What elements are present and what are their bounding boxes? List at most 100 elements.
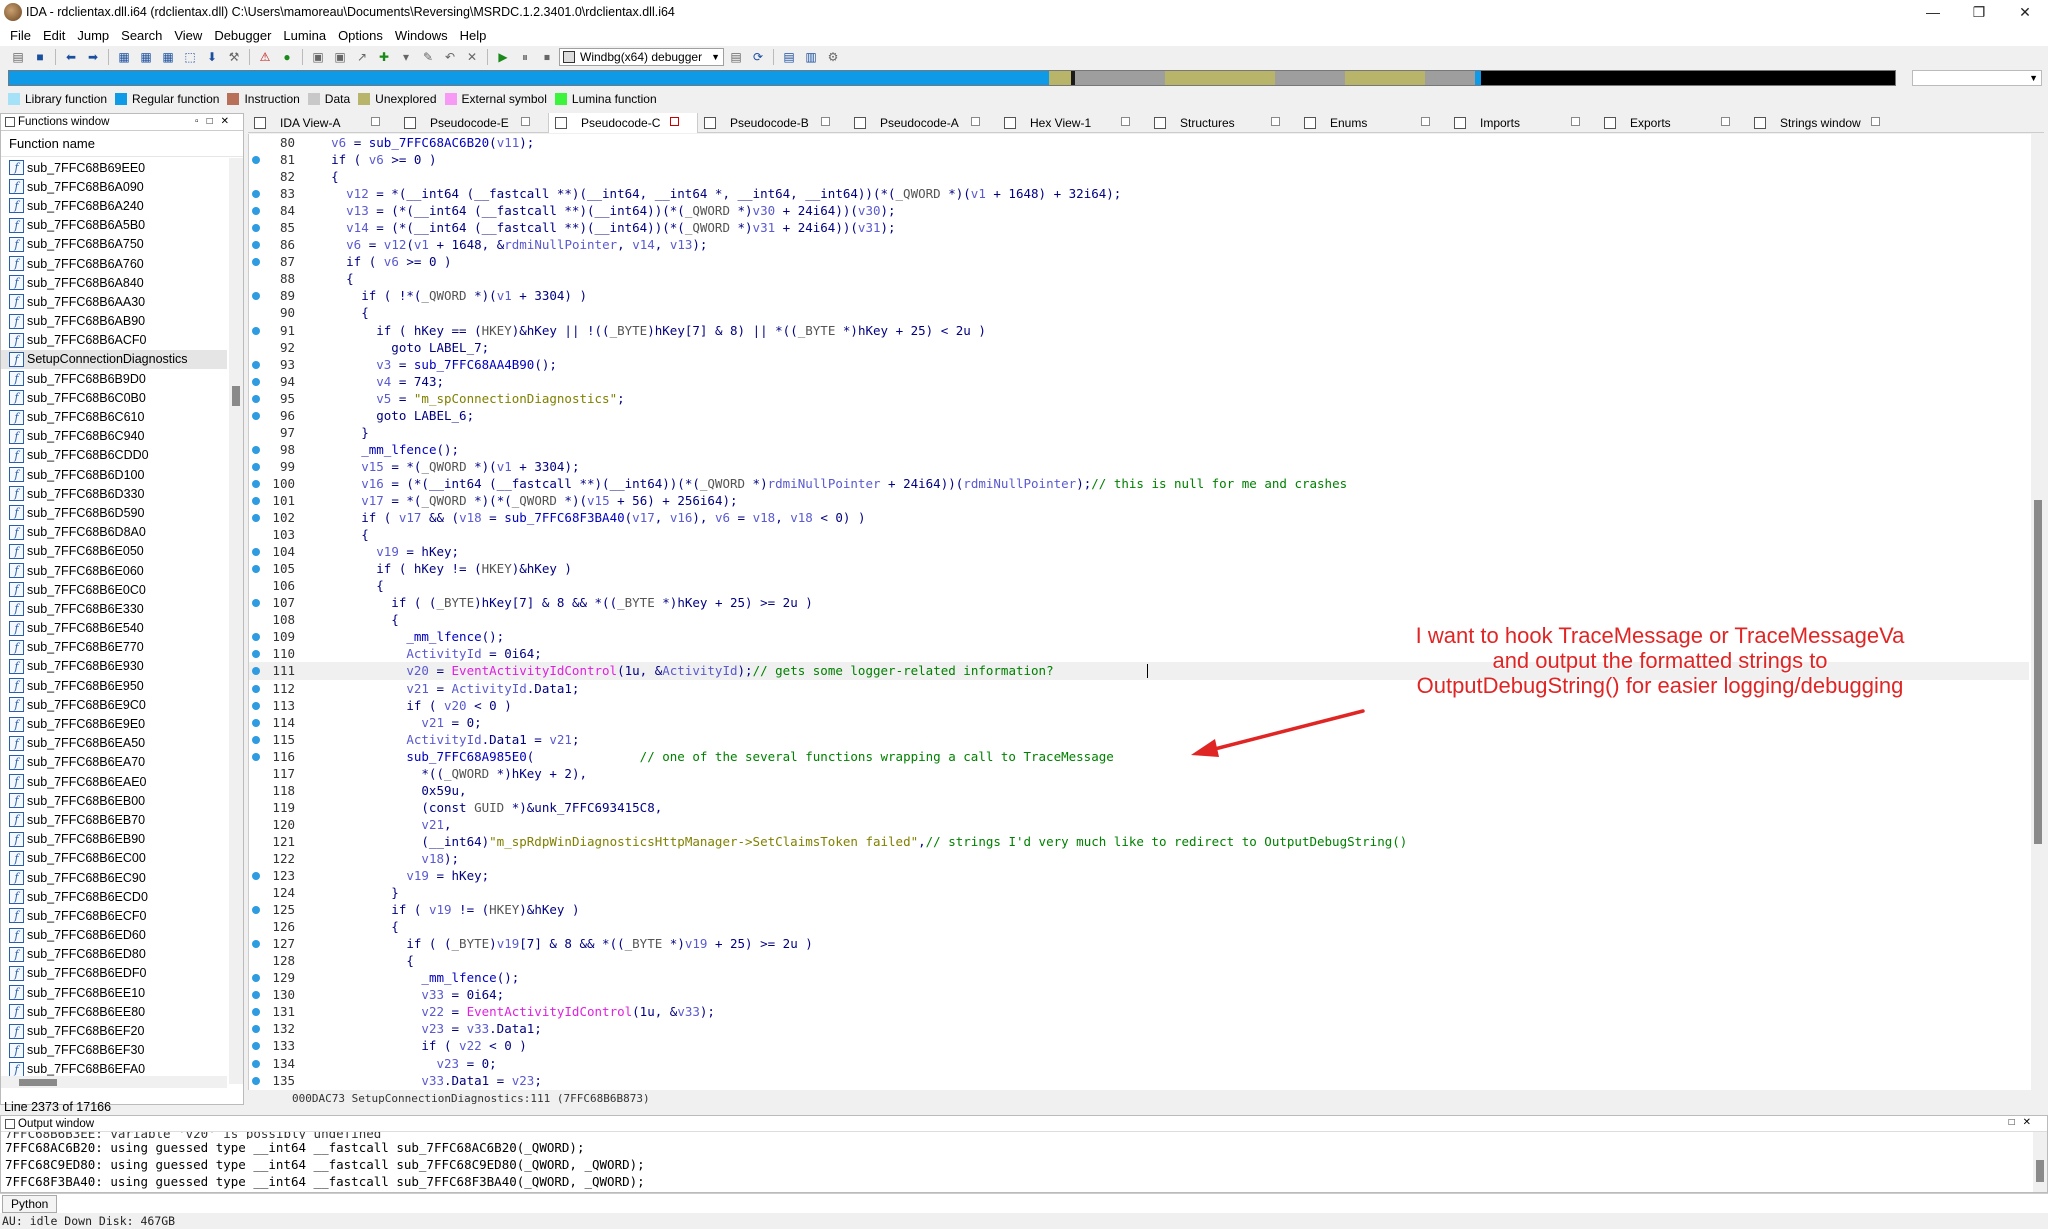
code-line[interactable]: 91 if ( hKey == (HKEY)&hKey || !((_BYTE)… [249, 322, 2029, 339]
breakpoint-marker-icon[interactable] [252, 1042, 260, 1051]
breakpoint-marker-icon[interactable] [252, 377, 260, 386]
function-list-item[interactable]: f sub_7FFC68B6E060 [1, 561, 227, 580]
code-line[interactable]: 85 v14 = (*(__int64 (__fastcall **)(__in… [249, 219, 2029, 236]
function-list-item[interactable]: f sub_7FFC68B6D100 [1, 465, 227, 484]
breakpoint-marker-icon[interactable] [252, 360, 260, 369]
tab-close-icon[interactable] [1271, 117, 1280, 126]
nav-mode-select[interactable]: ▼ [1912, 70, 2042, 86]
save-icon[interactable]: ■ [30, 48, 50, 66]
functions-hscrollbar[interactable] [1, 1076, 227, 1088]
breakpoint-marker-icon[interactable] [252, 258, 260, 267]
code-line[interactable]: 121 (__int64)"m_spRdpWinDiagnosticsHttpM… [249, 833, 2029, 850]
undo-icon[interactable]: ↶ [440, 48, 460, 66]
python-button[interactable]: Python [2, 1194, 58, 1213]
breakpoint-marker-icon[interactable] [252, 1008, 260, 1017]
menu-jump[interactable]: Jump [71, 28, 115, 43]
function-list-item[interactable]: f sub_7FFC68B6EC00 [1, 849, 227, 868]
code-line[interactable]: 122 v18); [249, 850, 2029, 867]
menu-search[interactable]: Search [115, 28, 168, 43]
maximize-button[interactable]: ❐ [1956, 0, 2002, 24]
code-line[interactable]: 113 if ( v20 < 0 ) [249, 697, 2029, 714]
code-line[interactable]: 126 { [249, 918, 2029, 935]
menu-options[interactable]: Options [332, 28, 389, 43]
delete-icon[interactable]: ✕ [462, 48, 482, 66]
code-line[interactable]: 99 v15 = *(_QWORD *)(v1 + 3304); [249, 458, 2029, 475]
code-line[interactable]: 131 v22 = EventActivityIdControl(1u, &v3… [249, 1003, 2029, 1020]
code-line[interactable]: 98 _mm_lfence(); [249, 441, 2029, 458]
run-icon[interactable]: ▶ [493, 48, 513, 66]
code-line[interactable]: 84 v13 = (*(__int64 (__fastcall **)(__in… [249, 202, 2029, 219]
tab-ida-view-a[interactable]: IDA View-A [248, 113, 398, 133]
hex-icon[interactable]: ▦ [114, 48, 134, 66]
breakpoint-marker-icon[interactable] [252, 650, 260, 659]
jump-down-icon[interactable]: ⬇ [202, 48, 222, 66]
function-list-item[interactable]: f sub_7FFC68B6E930 [1, 657, 227, 676]
code-line[interactable]: 130 v33 = 0i64; [249, 986, 2029, 1003]
function-list-item[interactable]: f sub_7FFC68B6EE10 [1, 983, 227, 1002]
code-line[interactable]: 105 if ( hKey != (HKEY)&hKey ) [249, 560, 2029, 577]
code-line[interactable]: 93 v3 = sub_7FFC68AA4B90(); [249, 356, 2029, 373]
breakpoint-marker-icon[interactable] [252, 241, 260, 250]
function-list-item[interactable]: f sub_7FFC68B6D330 [1, 484, 227, 503]
functions-scrollbar[interactable] [229, 158, 243, 1084]
tab-exports[interactable]: Exports [1598, 113, 1748, 133]
function-list-item[interactable]: f sub_7FFC68B6AB90 [1, 312, 227, 331]
graph-icon[interactable]: ⬚ [180, 48, 200, 66]
function-list-item[interactable]: f sub_7FFC68B6ECF0 [1, 906, 227, 925]
breakpoint-marker-icon[interactable] [252, 445, 260, 454]
debugger-select[interactable]: Windbg(x64) debugger ▼ [559, 48, 724, 66]
code-line[interactable]: 134 v23 = 0; [249, 1055, 2029, 1072]
tab-close-icon[interactable] [971, 117, 980, 126]
function-list-item[interactable]: f sub_7FFC68B6E9C0 [1, 695, 227, 714]
function-list-item[interactable]: f sub_7FFC68B6EB00 [1, 791, 227, 810]
function-list-item[interactable]: f sub_7FFC68B6E0C0 [1, 580, 227, 599]
menu-file[interactable]: File [4, 28, 37, 43]
function-list-item[interactable]: f sub_7FFC68B6EDF0 [1, 964, 227, 983]
function-list-item[interactable]: f sub_7FFC68B6ACF0 [1, 331, 227, 350]
code-line[interactable]: 118 0x59u, [249, 782, 2029, 799]
code-line[interactable]: 92 goto LABEL_7; [249, 339, 2029, 356]
code-line[interactable]: 123 v19 = hKey; [249, 867, 2029, 884]
function-list-item[interactable]: f sub_7FFC68B6A750 [1, 235, 227, 254]
code-line[interactable]: 82 { [249, 168, 2029, 185]
function-list-item[interactable]: f sub_7FFC68B6EF30 [1, 1041, 227, 1060]
function-list-item[interactable]: f sub_7FFC68B6A5B0 [1, 216, 227, 235]
pane-controls[interactable]: □✕ [2009, 1117, 2039, 1128]
menu-view[interactable]: View [168, 28, 208, 43]
breakpoint-marker-icon[interactable] [252, 292, 260, 301]
add-icon[interactable]: ✚ [374, 48, 394, 66]
scrollbar-thumb[interactable] [2036, 1160, 2044, 1182]
xref-icon[interactable]: ↗ [352, 48, 372, 66]
tab-pseudocode-a[interactable]: Pseudocode-A [848, 113, 998, 133]
breakpoint-marker-icon[interactable] [252, 190, 260, 199]
tab-hex-view-1[interactable]: Hex View-1 [998, 113, 1148, 133]
tab-close-icon[interactable] [371, 117, 380, 126]
code-line[interactable]: 80 v6 = sub_7FFC68AC6B20(v11); [249, 134, 2029, 151]
function-list-item[interactable]: f sub_7FFC68B6AA30 [1, 292, 227, 311]
function-list-item[interactable]: f sub_7FFC68B6A840 [1, 273, 227, 292]
tab-strings-window[interactable]: Strings window [1748, 113, 1898, 133]
enum-icon[interactable]: ▦ [158, 48, 178, 66]
close-button[interactable]: ✕ [2002, 0, 2048, 24]
code-line[interactable]: 101 v17 = *(_QWORD *)(*(_QWORD *)(v15 + … [249, 492, 2029, 509]
tab-enums[interactable]: Enums [1298, 113, 1448, 133]
threads-icon[interactable]: ▥ [801, 48, 821, 66]
menu-windows[interactable]: Windows [389, 28, 454, 43]
tab-close-icon[interactable] [821, 117, 830, 126]
code-line[interactable]: 117 *((_QWORD *)hKey + 2), [249, 765, 2029, 782]
func-icon[interactable]: ▣ [330, 48, 350, 66]
function-list-item[interactable]: f sub_7FFC68B6C0B0 [1, 388, 227, 407]
breakpoint-marker-icon[interactable] [252, 565, 260, 574]
tab-pseudocode-e[interactable]: Pseudocode-E [398, 113, 548, 133]
breakpoint-marker-icon[interactable] [252, 872, 260, 881]
tab-pseudocode-b[interactable]: Pseudocode-B [698, 113, 848, 133]
menu-lumina[interactable]: Lumina [277, 28, 332, 43]
function-list-item[interactable]: f sub_7FFC68B6E770 [1, 638, 227, 657]
code-line[interactable]: 107 if ( (_BYTE)hKey[7] & 8 && *((_BYTE … [249, 594, 2029, 611]
minimize-button[interactable]: — [1910, 0, 1956, 24]
warning-icon[interactable]: ⚠ [255, 48, 275, 66]
breakpoint-marker-icon[interactable] [252, 411, 260, 420]
function-list-item[interactable]: f sub_7FFC68B6E9E0 [1, 714, 227, 733]
function-list-item[interactable]: f sub_7FFC68B6E540 [1, 619, 227, 638]
function-list-item[interactable]: f sub_7FFC68B6EB90 [1, 830, 227, 849]
